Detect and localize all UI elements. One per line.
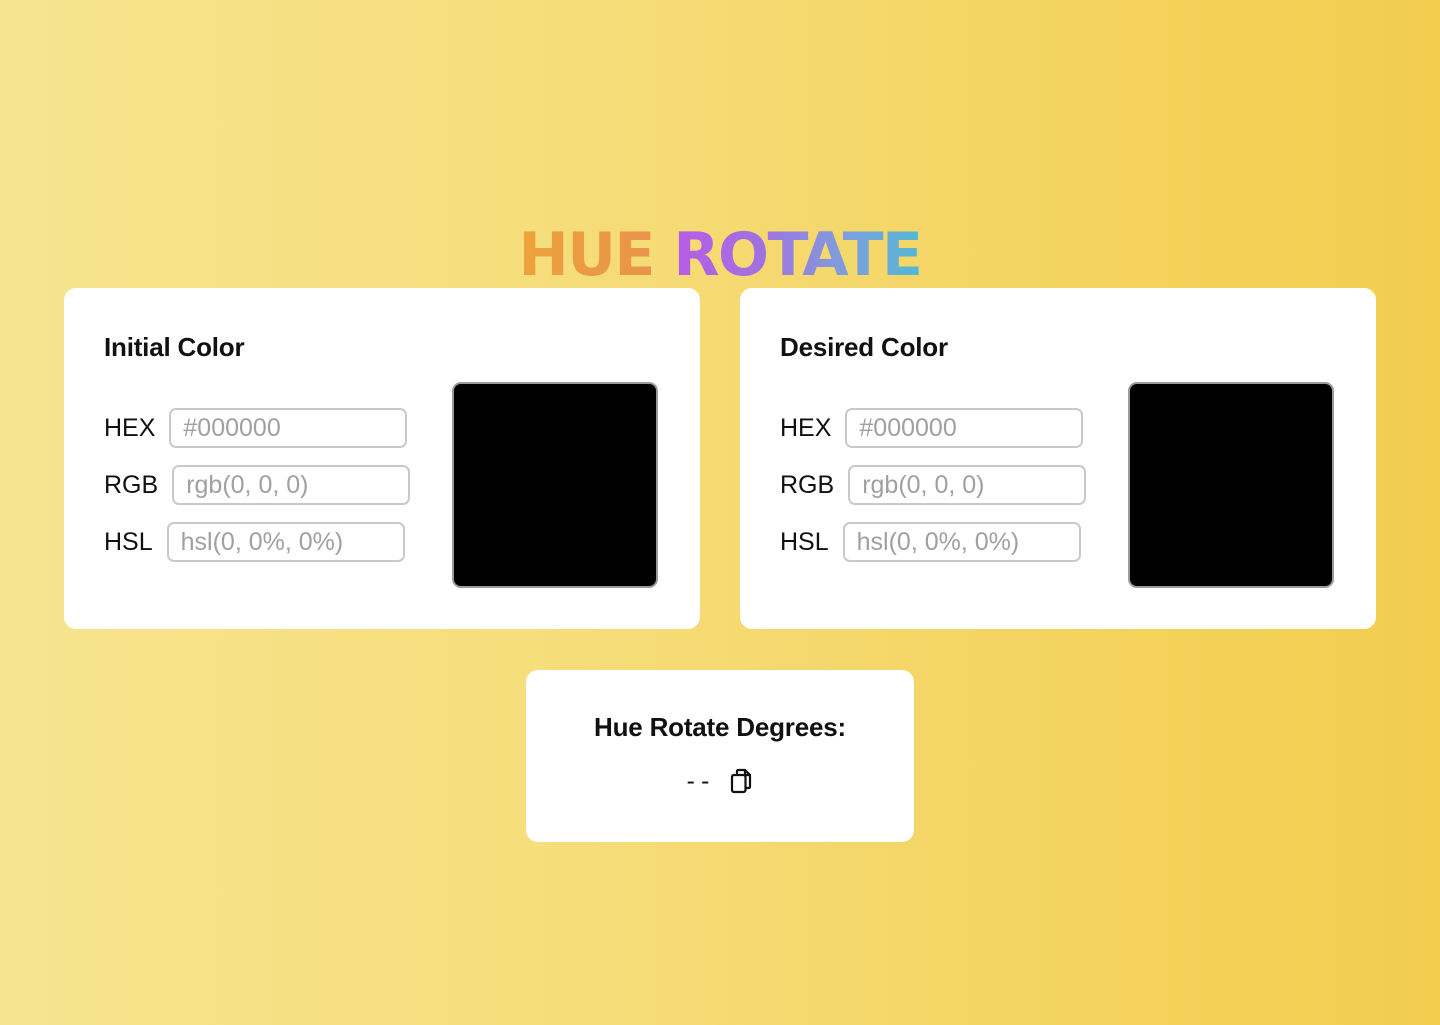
desired-hex-row: HEX [780,406,1084,450]
desired-hex-input[interactable] [845,408,1084,448]
page-title: HUE ROTATE [0,217,1440,293]
desired-rgb-label: RGB [780,470,835,499]
title-word-rotate: ROTATE [673,220,923,291]
desired-rgb-input[interactable] [848,465,1087,505]
hue-rotate-value-row: -- [526,766,914,796]
initial-rgb-row: RGB [104,463,411,507]
initial-hex-label: HEX [104,413,156,442]
desired-rgb-row: RGB [780,463,1087,507]
copy-icon[interactable] [726,766,756,796]
initial-rgb-input[interactable] [172,465,411,505]
desired-hsl-input[interactable] [842,522,1081,562]
initial-color-swatch[interactable] [452,382,658,588]
title-word-hue: HUE [518,220,656,291]
initial-hsl-row: HSL [104,520,405,564]
hue-rotate-result-card: Hue Rotate Degrees: -- [526,670,914,842]
desired-hsl-label: HSL [780,527,829,556]
desired-color-heading: Desired Color [780,332,948,362]
hue-rotate-value: -- [683,767,713,795]
initial-color-heading: Initial Color [104,332,245,362]
initial-hex-row: HEX [104,406,408,450]
desired-hex-label: HEX [780,413,832,442]
initial-hex-input[interactable] [169,408,408,448]
hue-rotate-heading: Hue Rotate Degrees: [594,712,846,742]
initial-hsl-input[interactable] [166,522,405,562]
desired-color-swatch[interactable] [1128,382,1334,588]
desired-hsl-row: HSL [780,520,1081,564]
initial-hsl-label: HSL [104,527,153,556]
initial-rgb-label: RGB [104,470,159,499]
